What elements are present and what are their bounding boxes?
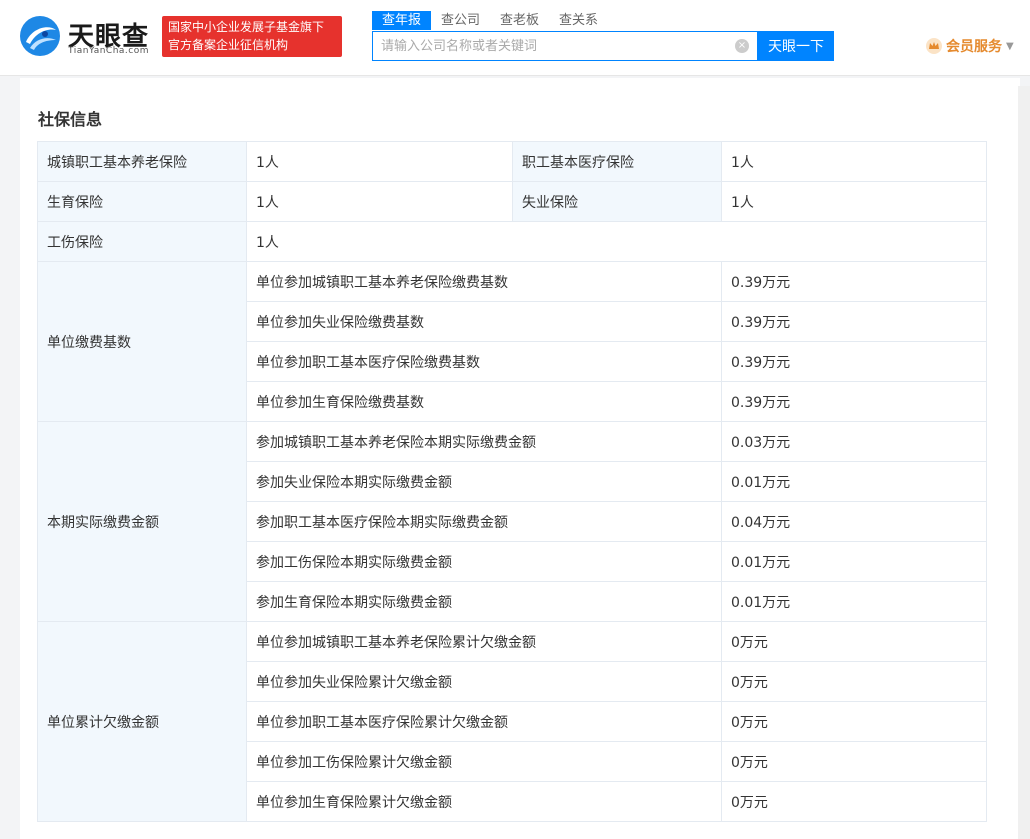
item-value: 0万元: [721, 701, 987, 742]
label-pension: 城镇职工基本养老保险: [37, 141, 247, 182]
logo[interactable]: 天眼查 TianYanCha.com: [18, 14, 158, 60]
value-maternity: 1人: [246, 181, 513, 222]
item-name: 单位参加城镇职工基本养老保险缴费基数: [246, 261, 722, 302]
section-title: 社保信息: [38, 110, 103, 129]
table-row: 单位缴费基数 单位参加城镇职工基本养老保险缴费基数 0.39万元: [37, 261, 987, 422]
search-tabs: 查年报 查公司 查老板 查关系: [372, 11, 608, 30]
item-name: 单位参加生育保险缴费基数: [246, 381, 722, 422]
item-value: 0.39万元: [721, 301, 987, 342]
tab-boss[interactable]: 查老板: [490, 11, 549, 30]
item-name: 参加工伤保险本期实际缴费金额: [246, 541, 722, 582]
item-value: 0万元: [721, 781, 987, 822]
social-insurance-table: 城镇职工基本养老保险 1人 职工基本医疗保险 1人 生育保险 1人 失业保险 1…: [37, 141, 987, 822]
label-medical: 职工基本医疗保险: [512, 141, 722, 182]
item-name: 单位参加工伤保险累计欠缴金额: [246, 741, 722, 782]
page-scrollbar[interactable]: [1018, 86, 1030, 839]
tab-annual-report[interactable]: 查年报: [372, 11, 432, 30]
label-maternity: 生育保险: [37, 181, 247, 222]
item-value: 0万元: [721, 741, 987, 782]
item-name: 单位参加职工基本医疗保险缴费基数: [246, 341, 722, 382]
brand-domain: TianYanCha.com: [68, 46, 150, 56]
tianyancha-logo-icon: [20, 16, 60, 56]
item-name: 单位参加失业保险累计欠缴金额: [246, 661, 722, 702]
item-value: 0万元: [721, 621, 987, 662]
top-header: 天眼查 TianYanCha.com 国家中小企业发展子基金旗下 官方备案企业征…: [0, 0, 1030, 76]
item-value: 0.01万元: [721, 541, 987, 582]
credential-badge: 国家中小企业发展子基金旗下 官方备案企业征信机构: [162, 16, 342, 57]
badge-line-2: 官方备案企业征信机构: [168, 38, 289, 52]
search-box: ×: [372, 31, 758, 61]
item-value: 0.04万元: [721, 501, 987, 542]
item-value: 0.01万元: [721, 461, 987, 502]
item-value: 0.39万元: [721, 261, 987, 302]
label-unemployment: 失业保险: [512, 181, 722, 222]
vip-service-menu[interactable]: 会员服务 ▼: [926, 36, 1014, 56]
social-insurance-card: 社保信息 城镇职工基本养老保险 1人 职工基本医疗保险 1人 生育保险 1人 失…: [20, 78, 1020, 839]
group-label-arrears: 单位累计欠缴金额: [37, 621, 247, 822]
item-name: 单位参加失业保险缴费基数: [246, 301, 722, 342]
item-name: 单位参加生育保险累计欠缴金额: [246, 781, 722, 822]
badge-line-1: 国家中小企业发展子基金旗下: [168, 20, 325, 34]
tab-company[interactable]: 查公司: [431, 11, 490, 30]
value-unemployment: 1人: [721, 181, 987, 222]
value-medical: 1人: [721, 141, 987, 182]
item-value: 0.39万元: [721, 341, 987, 382]
item-value: 0.03万元: [721, 421, 987, 462]
value-injury: 1人: [246, 221, 987, 262]
crown-icon: [926, 38, 942, 54]
vip-label: 会员服务: [946, 39, 1002, 55]
item-name: 单位参加职工基本医疗保险累计欠缴金额: [246, 701, 722, 742]
item-value: 0.39万元: [721, 381, 987, 422]
item-name: 参加城镇职工基本养老保险本期实际缴费金额: [246, 421, 722, 462]
item-name: 参加职工基本医疗保险本期实际缴费金额: [246, 501, 722, 542]
tab-relation[interactable]: 查关系: [549, 11, 608, 30]
item-value: 0万元: [721, 661, 987, 702]
search-button[interactable]: 天眼一下: [758, 31, 834, 61]
value-pension: 1人: [246, 141, 513, 182]
table-row: 单位累计欠缴金额 单位参加城镇职工基本养老保险累计欠缴金额 0万元: [37, 621, 987, 822]
item-name: 单位参加城镇职工基本养老保险累计欠缴金额: [246, 621, 722, 662]
chevron-down-icon: ▼: [1006, 40, 1014, 52]
group-label-contribution-base: 单位缴费基数: [37, 261, 247, 422]
item-name: 参加生育保险本期实际缴费金额: [246, 581, 722, 622]
table-row: 工伤保险 1人: [37, 221, 987, 262]
table-row: 本期实际缴费金额 参加城镇职工基本养老保险本期实际缴费金额 0.03万元: [37, 421, 987, 622]
group-label-actual-payment: 本期实际缴费金额: [37, 421, 247, 622]
clear-icon[interactable]: ×: [735, 39, 749, 53]
table-row: 生育保险 1人 失业保险 1人: [37, 181, 987, 222]
search-input[interactable]: [373, 32, 723, 60]
item-value: 0.01万元: [721, 581, 987, 622]
item-name: 参加失业保险本期实际缴费金额: [246, 461, 722, 502]
table-row: 城镇职工基本养老保险 1人 职工基本医疗保险 1人: [37, 141, 987, 182]
label-injury: 工伤保险: [37, 221, 247, 262]
